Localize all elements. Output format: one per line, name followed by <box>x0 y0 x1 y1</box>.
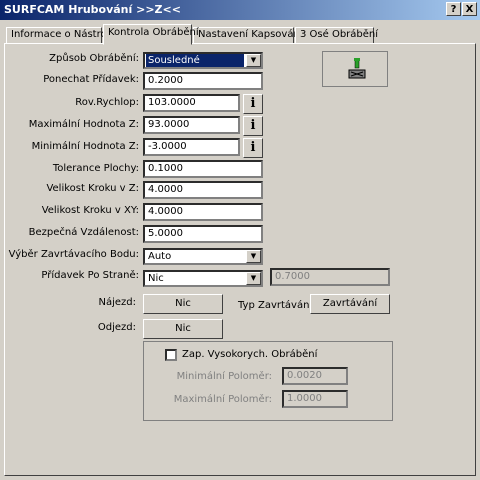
hsm-checkbox[interactable] <box>165 349 177 361</box>
info-glyph: i <box>250 118 256 133</box>
zpusob-combo[interactable]: Sousledné ▼ <box>143 52 263 69</box>
pridavek-disabled-input: 0.7000 <box>270 268 390 286</box>
pridavek-label: Přídavek Po Straně: <box>41 270 139 281</box>
info-icon[interactable]: i <box>243 94 263 114</box>
tab-kontrola-obrabeni[interactable]: Kontrola Obrábění <box>103 24 199 45</box>
rov-input[interactable]: 103.0000 <box>143 94 240 112</box>
info-icon[interactable]: i <box>243 116 263 136</box>
ponechat-label: Ponechat Přídavek: <box>43 74 139 85</box>
hsm-label: Zap. Vysokorych. Obrábění <box>182 349 318 360</box>
tol-input[interactable]: 0.1000 <box>143 160 263 178</box>
minz-label: Minimální Hodnota Z: <box>31 141 139 152</box>
window-title: SURFCAM Hrubování >>Z<< <box>4 3 181 16</box>
krokz-input[interactable]: 4.0000 <box>143 181 263 199</box>
odjezd-button[interactable]: Nic <box>143 319 223 339</box>
typ-button[interactable]: Zavrtávání <box>310 294 390 314</box>
maxz-input[interactable]: 93.0000 <box>143 116 240 134</box>
vyber-label: Výběr Zavrtávacího Bodu: <box>8 249 139 260</box>
bezp-label: Bezpečná Vzdálenost: <box>28 227 139 238</box>
tol-label: Tolerance Plochy: <box>52 163 139 174</box>
tool-icon <box>348 58 366 79</box>
minz-input[interactable]: -3.0000 <box>143 138 240 156</box>
krokxy-input[interactable]: 4.0000 <box>143 203 263 221</box>
help-button[interactable]: ? <box>446 2 461 16</box>
info-glyph: i <box>250 96 256 111</box>
tab-nastaveni-kapsovani[interactable]: Nastavení Kapsování <box>193 27 303 44</box>
krokz-label: Velikost Kroku v Z: <box>46 183 139 194</box>
min-radius-label: Minimální Poloměr: <box>176 371 272 382</box>
najezd-button[interactable]: Nic <box>143 294 223 314</box>
rov-label: Rov.Rychlop: <box>75 97 139 108</box>
max-radius-label: Maximální Poloměr: <box>173 394 272 405</box>
info-glyph: i <box>250 140 256 155</box>
chevron-down-icon[interactable]: ▼ <box>246 272 261 285</box>
tool-preview <box>322 51 388 87</box>
info-icon[interactable]: i <box>243 138 263 158</box>
tab-informace-o-nastroji[interactable]: Informace o Nástroji <box>6 27 112 44</box>
najezd-label: Nájezd: <box>98 297 136 308</box>
zpusob-value: Sousledné <box>146 54 244 67</box>
odjezd-label: Odjezd: <box>97 322 136 333</box>
max-radius-input: 1.0000 <box>282 390 348 408</box>
title-bar: SURFCAM Hrubování >>Z<< ? X <box>0 0 480 20</box>
close-button[interactable]: X <box>462 2 477 16</box>
zpusob-label: Způsob Obrábění: <box>49 53 139 64</box>
vyber-value: Auto <box>148 251 172 262</box>
min-radius-input: 0.0020 <box>282 367 348 385</box>
pridavek-value: Nic <box>148 273 164 284</box>
ponechat-input[interactable]: 0.2000 <box>143 72 263 90</box>
krokxy-label: Velikost Kroku v XY: <box>41 205 139 216</box>
tab-3-ose-obrabeni[interactable]: 3 Osé Obrábění <box>295 27 378 44</box>
maxz-label: Maximální Hodnota Z: <box>28 119 139 130</box>
pridavek-combo[interactable]: Nic ▼ <box>143 270 263 287</box>
bezp-input[interactable]: 5.0000 <box>143 225 263 243</box>
chevron-down-icon[interactable]: ▼ <box>246 54 261 67</box>
tab-strip: Informace o Nástroji Kontrola Obrábění N… <box>0 24 480 45</box>
chevron-down-icon[interactable]: ▼ <box>246 250 261 263</box>
vyber-combo[interactable]: Auto ▼ <box>143 248 263 265</box>
typ-label: Typ Zavrtávání: <box>238 300 316 311</box>
